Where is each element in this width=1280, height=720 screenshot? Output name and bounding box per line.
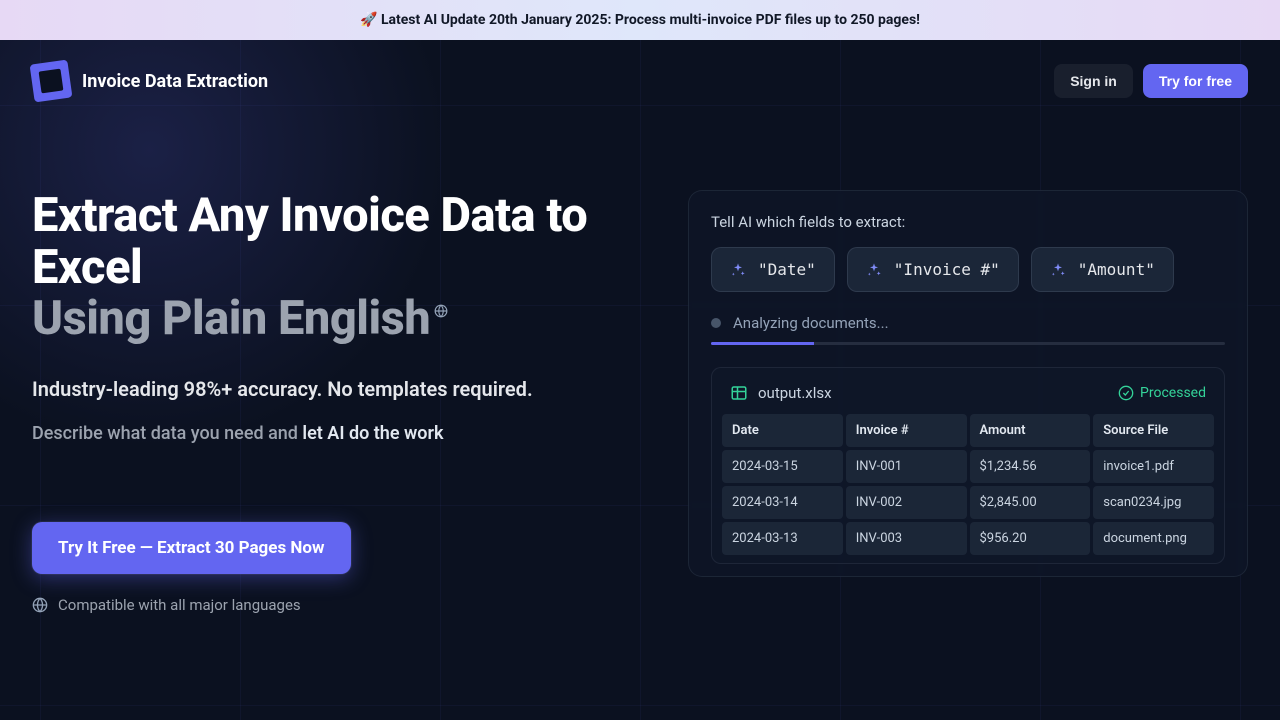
cta-button[interactable]: Try It Free — Extract 30 Pages Now: [32, 522, 351, 574]
table-header: Date: [722, 414, 843, 447]
hero-title: Extract Any Invoice Data to Excel Using …: [32, 190, 644, 345]
table-cell: invoice1.pdf: [1093, 450, 1214, 483]
table-cell: scan0234.jpg: [1093, 486, 1214, 519]
output-panel: output.xlsx Processed DateInvoice #Amoun…: [711, 367, 1225, 564]
output-filename: output.xlsx: [758, 384, 832, 402]
table-header: Amount: [970, 414, 1091, 447]
top-nav: Invoice Data Extraction Sign in Try for …: [0, 40, 1280, 122]
table-cell: $1,234.56: [970, 450, 1091, 483]
table-header: Source File: [1093, 414, 1214, 447]
sparkle-icon: [730, 262, 746, 278]
demo-card: Tell AI which fields to extract: "Date" …: [688, 190, 1248, 577]
chip-amount[interactable]: "Amount": [1031, 247, 1174, 292]
announcement-text: 🚀 Latest AI Update 20th January 2025: Pr…: [360, 12, 920, 28]
announcement-banner[interactable]: 🚀 Latest AI Update 20th January 2025: Pr…: [0, 0, 1280, 40]
table-cell: 2024-03-13: [722, 522, 843, 555]
hero-lead: Industry-leading 98%+ accuracy. No templ…: [32, 377, 644, 401]
compatibility-note: Compatible with all major languages: [32, 596, 644, 614]
sign-in-button[interactable]: Sign in: [1054, 64, 1133, 98]
try-free-button[interactable]: Try for free: [1143, 64, 1248, 98]
check-circle-icon: [1118, 385, 1134, 401]
table-cell: $956.20: [970, 522, 1091, 555]
table-cell: $2,845.00: [970, 486, 1091, 519]
sparkle-icon: [1050, 262, 1066, 278]
brand[interactable]: Invoice Data Extraction: [32, 62, 268, 100]
chip-invoice-number[interactable]: "Invoice #": [847, 247, 1019, 292]
sparkle-icon: [866, 262, 882, 278]
globe-icon: [32, 597, 48, 613]
progress-bar: [711, 342, 1225, 345]
output-table: DateInvoice #AmountSource File 2024-03-15…: [722, 414, 1214, 555]
field-chips: "Date" "Invoice #" "Amount": [711, 247, 1225, 292]
globe-icon: [434, 304, 448, 318]
demo-prompt-label: Tell AI which fields to extract:: [711, 213, 1225, 231]
table-cell: INV-002: [846, 486, 967, 519]
table-cell: document.png: [1093, 522, 1214, 555]
status-text: Analyzing documents...: [733, 314, 889, 332]
logo-icon: [30, 60, 73, 103]
hero-title-main: Extract Any Invoice Data to Excel: [32, 188, 587, 295]
hero-desc: Describe what data you need and let AI d…: [32, 423, 644, 444]
table-cell: 2024-03-14: [722, 486, 843, 519]
table-cell: 2024-03-15: [722, 450, 843, 483]
table-cell: INV-003: [846, 522, 967, 555]
chip-date[interactable]: "Date": [711, 247, 835, 292]
table-header: Invoice #: [846, 414, 967, 447]
status-dot-icon: [711, 318, 721, 328]
table-icon: [730, 384, 748, 402]
output-status: Processed: [1140, 385, 1206, 401]
status-row: Analyzing documents...: [711, 314, 1225, 332]
table-cell: INV-001: [846, 450, 967, 483]
brand-name: Invoice Data Extraction: [82, 71, 268, 92]
hero-title-sub: Using Plain English: [32, 293, 430, 345]
